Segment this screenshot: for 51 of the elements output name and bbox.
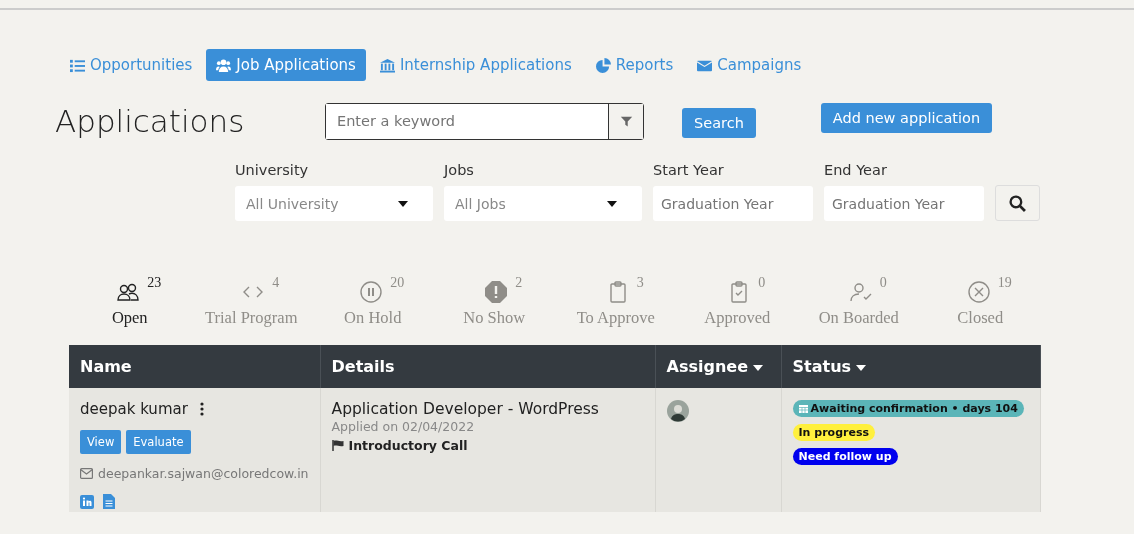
applicant-email: deepankar.sajwan@coloredcow.in: [98, 466, 309, 481]
caret-icon: [856, 364, 867, 371]
column-header: Name: [69, 345, 321, 388]
nav-tab[interactable]: Job Applications: [206, 49, 366, 81]
bank-icon: [379, 57, 395, 73]
nav-tab[interactable]: Internship Applications: [369, 49, 582, 81]
nav-tab[interactable]: Reports: [585, 49, 684, 81]
stage-label: Introductory Call: [348, 438, 468, 453]
linkedin-icon[interactable]: [80, 494, 94, 509]
year-field[interactable]: Graduation Year: [653, 186, 813, 221]
search-button[interactable]: [995, 185, 1040, 221]
flag-icon: [331, 440, 344, 451]
column-header[interactable]: Assignee: [655, 345, 782, 388]
add-application-button[interactable]: Add new application: [820, 102, 993, 133]
users-icon: [216, 57, 232, 73]
column-header: Details: [320, 345, 656, 388]
status-tag: Need follow up: [792, 448, 898, 465]
action-button[interactable]: View: [80, 430, 122, 454]
search-button[interactable]: Search: [682, 107, 756, 138]
action-button[interactable]: Evaluate: [126, 430, 191, 454]
close-circle-icon: [966, 280, 991, 304]
document-icon[interactable]: [103, 494, 115, 509]
nav-tab[interactable]: Campaigns: [687, 49, 812, 81]
year-field[interactable]: Graduation Year: [824, 186, 984, 221]
nav-tab[interactable]: Opportunities: [60, 49, 203, 81]
applicant-name: deepak kumar: [80, 400, 188, 418]
avatar-icon: [666, 400, 689, 422]
envelope-icon: [80, 468, 93, 479]
dropdown-field[interactable]: All University: [235, 186, 433, 221]
job-title[interactable]: Application Developer - WordPress: [331, 400, 644, 418]
applied-date: Applied on 02/04/2022: [331, 419, 476, 434]
list-icon: [70, 57, 85, 73]
column-header[interactable]: Status: [781, 345, 1041, 388]
calendar-icon: [798, 404, 808, 413]
caret-icon: [753, 364, 763, 371]
alert-icon: [484, 280, 509, 304]
search-icon: [1009, 194, 1026, 212]
filter-label: Jobs: [444, 162, 475, 178]
status-tag: Awaiting confirmation • days 104: [792, 400, 1024, 417]
pause-icon: [359, 280, 384, 304]
caret-icon: [607, 200, 617, 207]
status-tag: In progress: [792, 424, 875, 441]
dropdown-field[interactable]: All Jobs: [444, 186, 642, 221]
filter-label: Start Year: [653, 162, 725, 178]
filter-label: End Year: [824, 162, 888, 178]
filter-label: University: [235, 162, 310, 178]
more-icon[interactable]: [199, 402, 204, 416]
user-check-icon: [848, 280, 873, 304]
page-title: Applications: [55, 103, 246, 139]
caret-icon: [398, 200, 408, 207]
pie-chart-icon: [595, 57, 611, 73]
